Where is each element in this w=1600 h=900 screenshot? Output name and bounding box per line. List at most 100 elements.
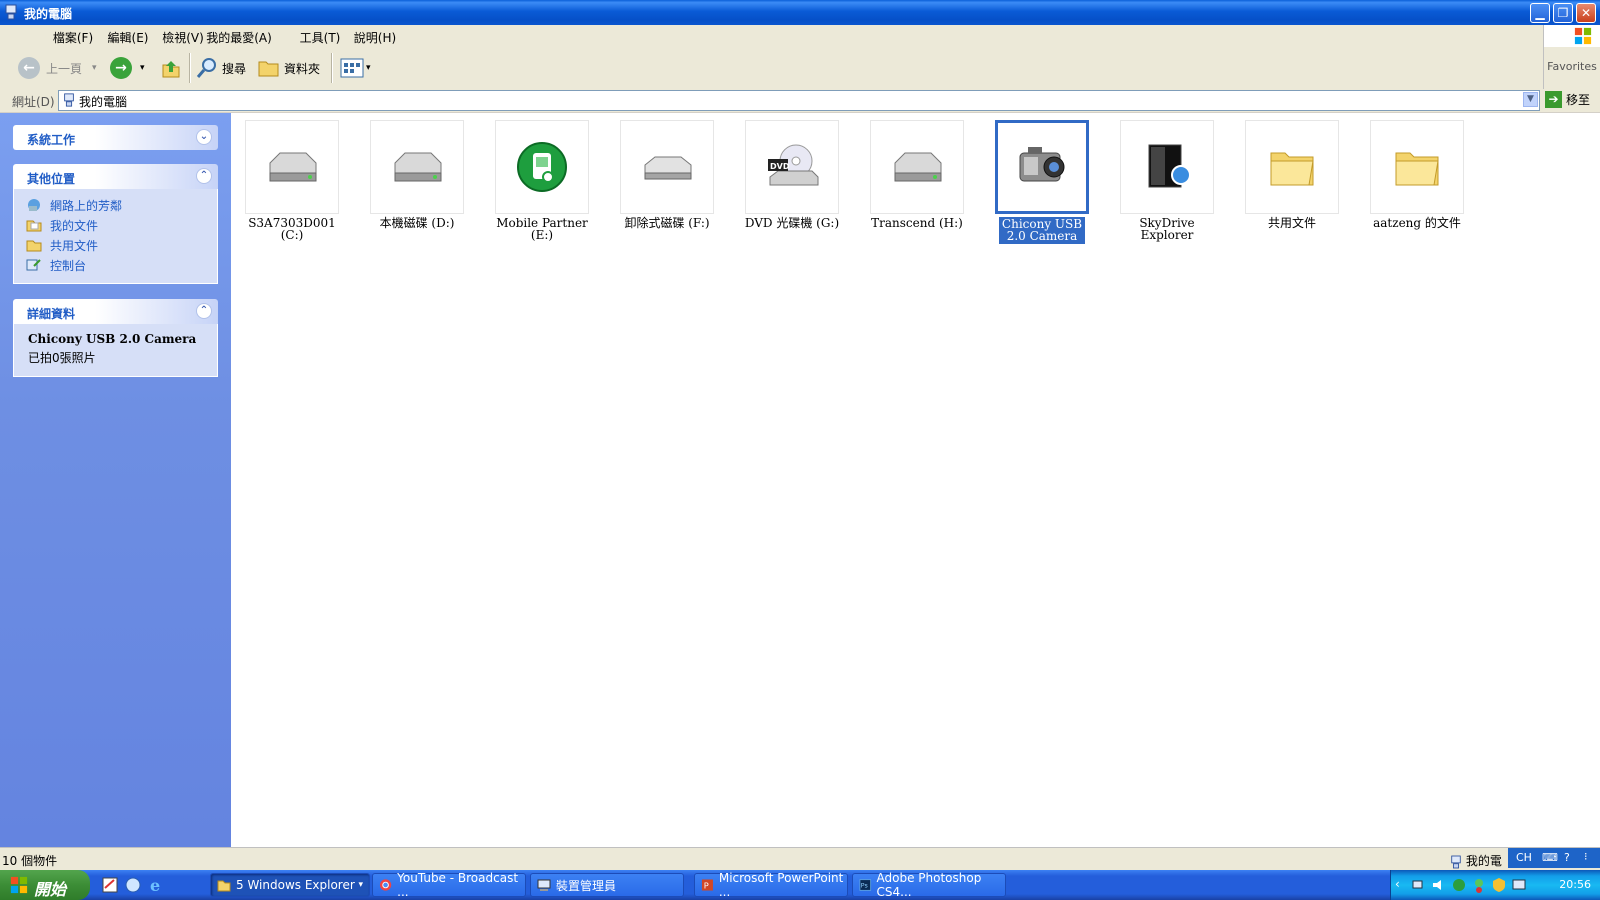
folder-icon xyxy=(1395,152,1439,186)
keyboard-icon[interactable]: ⌨ xyxy=(1542,851,1558,864)
my-computer-icon xyxy=(5,4,17,20)
status-bar: 10 個物件 我的電 xyxy=(0,847,1600,870)
link-network-places[interactable]: 網路上的芳鄰 xyxy=(14,195,217,215)
options-icon[interactable]: ⁝ xyxy=(1584,850,1588,863)
forward-arrow-icon: → xyxy=(110,57,132,79)
powerpoint-icon: P xyxy=(701,879,713,891)
forward-dropdown-icon[interactable]: ▾ xyxy=(140,63,145,73)
display-tray-icon[interactable] xyxy=(1511,877,1527,893)
title-bar[interactable]: 我的電腦 ▁ ❐ ✕ xyxy=(0,0,1600,25)
window-title: 我的電腦 xyxy=(24,7,73,21)
close-button[interactable]: ✕ xyxy=(1576,3,1596,23)
quick-launch-notepad-icon[interactable] xyxy=(101,876,119,894)
internet-explorer-icon[interactable]: e xyxy=(148,876,166,894)
system-tasks-header[interactable]: 系統工作 ⌄ xyxy=(13,125,218,150)
go-button[interactable]: ➔ 移至 xyxy=(1545,91,1590,108)
task-powerpoint[interactable]: P Microsoft PowerPoint ... xyxy=(694,871,848,899)
folders-button[interactable]: 資料夾 xyxy=(258,55,320,81)
address-input[interactable]: 我的電腦 ▼ xyxy=(58,90,1540,111)
restore-button[interactable]: ❐ xyxy=(1553,3,1573,23)
link-label: 控制台 xyxy=(50,258,87,273)
expand-icon[interactable]: ⌄ xyxy=(196,129,212,145)
item-label: 共用文件 xyxy=(1267,216,1316,230)
drive-f[interactable]: 卸除式磁碟 (F:) xyxy=(612,120,722,229)
details-panel: 詳細資料 ⌃ Chicony USB 2.0 Camera 已拍0張照片 xyxy=(13,299,218,377)
hard-drive-icon xyxy=(394,152,442,182)
details-header[interactable]: 詳細資料 ⌃ xyxy=(13,299,218,324)
quick-launch-app-icon[interactable] xyxy=(124,876,142,894)
photoshop-icon: Ps xyxy=(859,879,872,891)
drive-h[interactable]: Transcend (H:) xyxy=(862,120,972,229)
forward-button[interactable]: → ▾ xyxy=(110,55,145,81)
collapse-icon[interactable]: ⌃ xyxy=(196,168,212,184)
shared-documents-item[interactable]: 共用文件 xyxy=(1237,120,1347,229)
favorites-button[interactable]: Favorites xyxy=(1543,47,1600,89)
address-bar: 網址(D) 我的電腦 ▼ ➔ 移至 xyxy=(0,89,1600,113)
minimize-button[interactable]: ▁ xyxy=(1530,3,1550,23)
go-label: 移至 xyxy=(1566,93,1591,107)
link-label: 共用文件 xyxy=(50,238,99,253)
back-label: 上一頁 xyxy=(46,61,83,76)
up-button[interactable] xyxy=(160,55,182,81)
antivirus-tray-icon[interactable] xyxy=(1451,877,1467,893)
volume-tray-icon[interactable] xyxy=(1431,877,1447,893)
views-button[interactable]: ▾ xyxy=(340,55,371,81)
messenger-tray-icon[interactable] xyxy=(1471,877,1487,893)
item-label: SkyDrive Explorer xyxy=(1139,216,1195,242)
task-photoshop[interactable]: Ps Adobe Photoshop CS4... xyxy=(852,871,1006,899)
my-computer-icon xyxy=(64,93,74,107)
windows-logo-icon xyxy=(1543,25,1600,47)
control-panel-icon xyxy=(26,259,41,271)
task-label: 5 Windows Explorer xyxy=(236,878,355,892)
drive-c[interactable]: S3A7303D001 (C:) xyxy=(237,120,347,241)
network-tray-icon[interactable] xyxy=(1411,877,1427,893)
status-location-label: 我的電 xyxy=(1465,854,1502,868)
item-label: S3A7303D001 (C:) xyxy=(248,216,336,242)
item-label: Chicony USB 2.0 Camera xyxy=(999,217,1085,244)
link-my-documents[interactable]: 我的文件 xyxy=(14,215,217,235)
other-places-header[interactable]: 其他位置 ⌃ xyxy=(13,164,218,189)
task-windows-explorer[interactable]: 5 Windows Explorer ▾ xyxy=(210,873,370,897)
help-icon[interactable]: ? xyxy=(1564,851,1570,864)
folder-up-icon xyxy=(162,61,180,78)
my-computer-icon xyxy=(1451,855,1461,868)
back-dropdown-icon[interactable]: ▾ xyxy=(92,63,97,73)
search-button[interactable]: 搜尋 xyxy=(196,55,246,81)
task-label: Microsoft PowerPoint ... xyxy=(718,871,844,899)
drive-d[interactable]: 本機磁碟 (D:) xyxy=(362,120,472,229)
file-view[interactable]: S3A7303D001 (C:) 本機磁碟 (D:) Mobile Partne… xyxy=(231,113,1600,847)
clock[interactable]: 20:56 xyxy=(1559,878,1591,891)
drive-e[interactable]: Mobile Partner (E:) xyxy=(487,120,597,241)
svg-text:Ps: Ps xyxy=(861,883,868,890)
item-label: aatzeng 的文件 xyxy=(1373,216,1461,230)
skydrive-item[interactable]: SkyDrive Explorer xyxy=(1112,120,1222,241)
language-bar[interactable]: CH ⌨ ? ⁝ xyxy=(1508,848,1600,868)
link-control-panel[interactable]: 控制台 xyxy=(14,255,217,275)
back-button[interactable]: ← 上一頁 ▾ xyxy=(18,55,97,81)
collapse-icon[interactable]: ⌃ xyxy=(196,303,212,319)
show-hidden-icons-icon[interactable]: ‹ xyxy=(1395,877,1400,891)
folders-icon xyxy=(258,61,279,77)
hard-drive-icon xyxy=(269,152,317,182)
folder-icon xyxy=(26,240,42,252)
address-dropdown-icon[interactable]: ▼ xyxy=(1523,92,1538,107)
svg-text:P: P xyxy=(704,881,709,891)
task-youtube[interactable]: YouTube - Broadcast ... xyxy=(372,871,526,899)
network-icon xyxy=(28,199,40,211)
system-tray: ‹ 20:56 xyxy=(1390,870,1600,900)
menu-help[interactable]: 說明(H) xyxy=(320,29,430,46)
search-label: 搜尋 xyxy=(222,61,247,76)
drive-g[interactable]: DVD DVD 光碟機 (G:) xyxy=(737,120,847,229)
system-tasks-title: 系統工作 xyxy=(27,133,76,147)
task-device-manager[interactable]: 裝置管理員 xyxy=(530,873,684,897)
other-places-panel: 其他位置 ⌃ 網路上的芳鄰 我的文件 共用文件 控制台 xyxy=(13,164,218,284)
svg-text:e: e xyxy=(150,876,160,894)
address-label: 網址(D) xyxy=(12,95,55,109)
camera-item[interactable]: Chicony USB 2.0 Camera xyxy=(987,120,1097,244)
link-shared-documents[interactable]: 共用文件 xyxy=(14,235,217,255)
start-button[interactable]: 開始 xyxy=(0,870,90,900)
user-documents-item[interactable]: aatzeng 的文件 xyxy=(1362,120,1472,229)
shield-tray-icon[interactable] xyxy=(1491,877,1507,893)
documents-icon xyxy=(26,220,42,232)
details-info: 已拍0張照片 xyxy=(28,351,96,365)
